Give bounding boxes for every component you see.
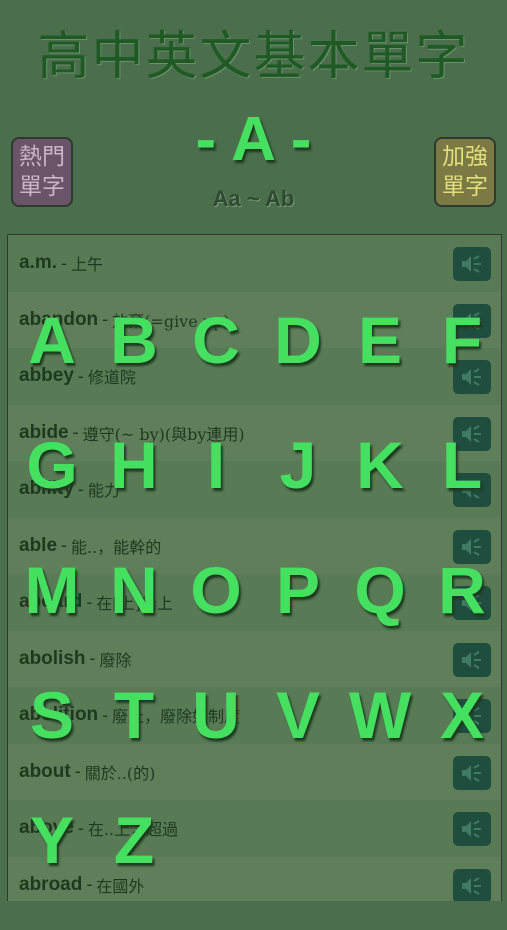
letter-key-u[interactable]: U bbox=[175, 680, 257, 805]
letter-key-k[interactable]: K bbox=[339, 430, 421, 555]
speaker-button[interactable] bbox=[453, 247, 491, 281]
letter-key-f[interactable]: F bbox=[421, 305, 503, 430]
letter-key-w[interactable]: W bbox=[339, 680, 421, 805]
letter-key-z[interactable]: Z bbox=[93, 805, 175, 930]
letter-key-n[interactable]: N bbox=[93, 555, 175, 680]
letter-key-d[interactable]: D bbox=[257, 305, 339, 430]
letter-key-p[interactable]: P bbox=[257, 555, 339, 680]
letter-key-o[interactable]: O bbox=[175, 555, 257, 680]
word-row[interactable]: a.m. - 上午 bbox=[8, 235, 501, 292]
advanced-words-label-2: 單字 bbox=[442, 174, 488, 200]
advanced-words-button[interactable]: 加強 單字 bbox=[434, 137, 496, 207]
letter-key-b[interactable]: B bbox=[93, 305, 175, 430]
letter-key-a[interactable]: A bbox=[11, 305, 93, 430]
word-text: a.m. bbox=[19, 252, 58, 274]
letter-key-h[interactable]: H bbox=[93, 430, 175, 555]
letter-key-t[interactable]: T bbox=[93, 680, 175, 805]
letter-key-x[interactable]: X bbox=[421, 680, 503, 805]
word-separator: - bbox=[61, 252, 68, 273]
letter-key-i[interactable]: I bbox=[175, 430, 257, 555]
letter-key-q[interactable]: Q bbox=[339, 555, 421, 680]
app-title: 高中英文基本單字 bbox=[37, 27, 470, 87]
letter-selector-grid: ABCDEF GHIJKL MNOPQR STUVWX YZ bbox=[11, 305, 501, 930]
word-meaning: 上午 bbox=[71, 255, 104, 275]
letter-key-y[interactable]: Y bbox=[11, 805, 93, 930]
current-letter: - A - bbox=[195, 105, 312, 174]
letter-key-j[interactable]: J bbox=[257, 430, 339, 555]
speaker-icon bbox=[462, 255, 481, 273]
letter-key-c[interactable]: C bbox=[175, 305, 257, 430]
letter-key-m[interactable]: M bbox=[11, 555, 93, 680]
letter-key-v[interactable]: V bbox=[257, 680, 339, 805]
advanced-words-label-1: 加強 bbox=[442, 144, 488, 170]
current-range: Aa ~ Ab bbox=[212, 186, 295, 211]
letter-key-l[interactable]: L bbox=[421, 430, 503, 555]
letter-key-s[interactable]: S bbox=[11, 680, 93, 805]
letter-key-e[interactable]: E bbox=[339, 305, 421, 430]
letter-key-g[interactable]: G bbox=[11, 430, 93, 555]
letter-key-r[interactable]: R bbox=[421, 555, 503, 680]
